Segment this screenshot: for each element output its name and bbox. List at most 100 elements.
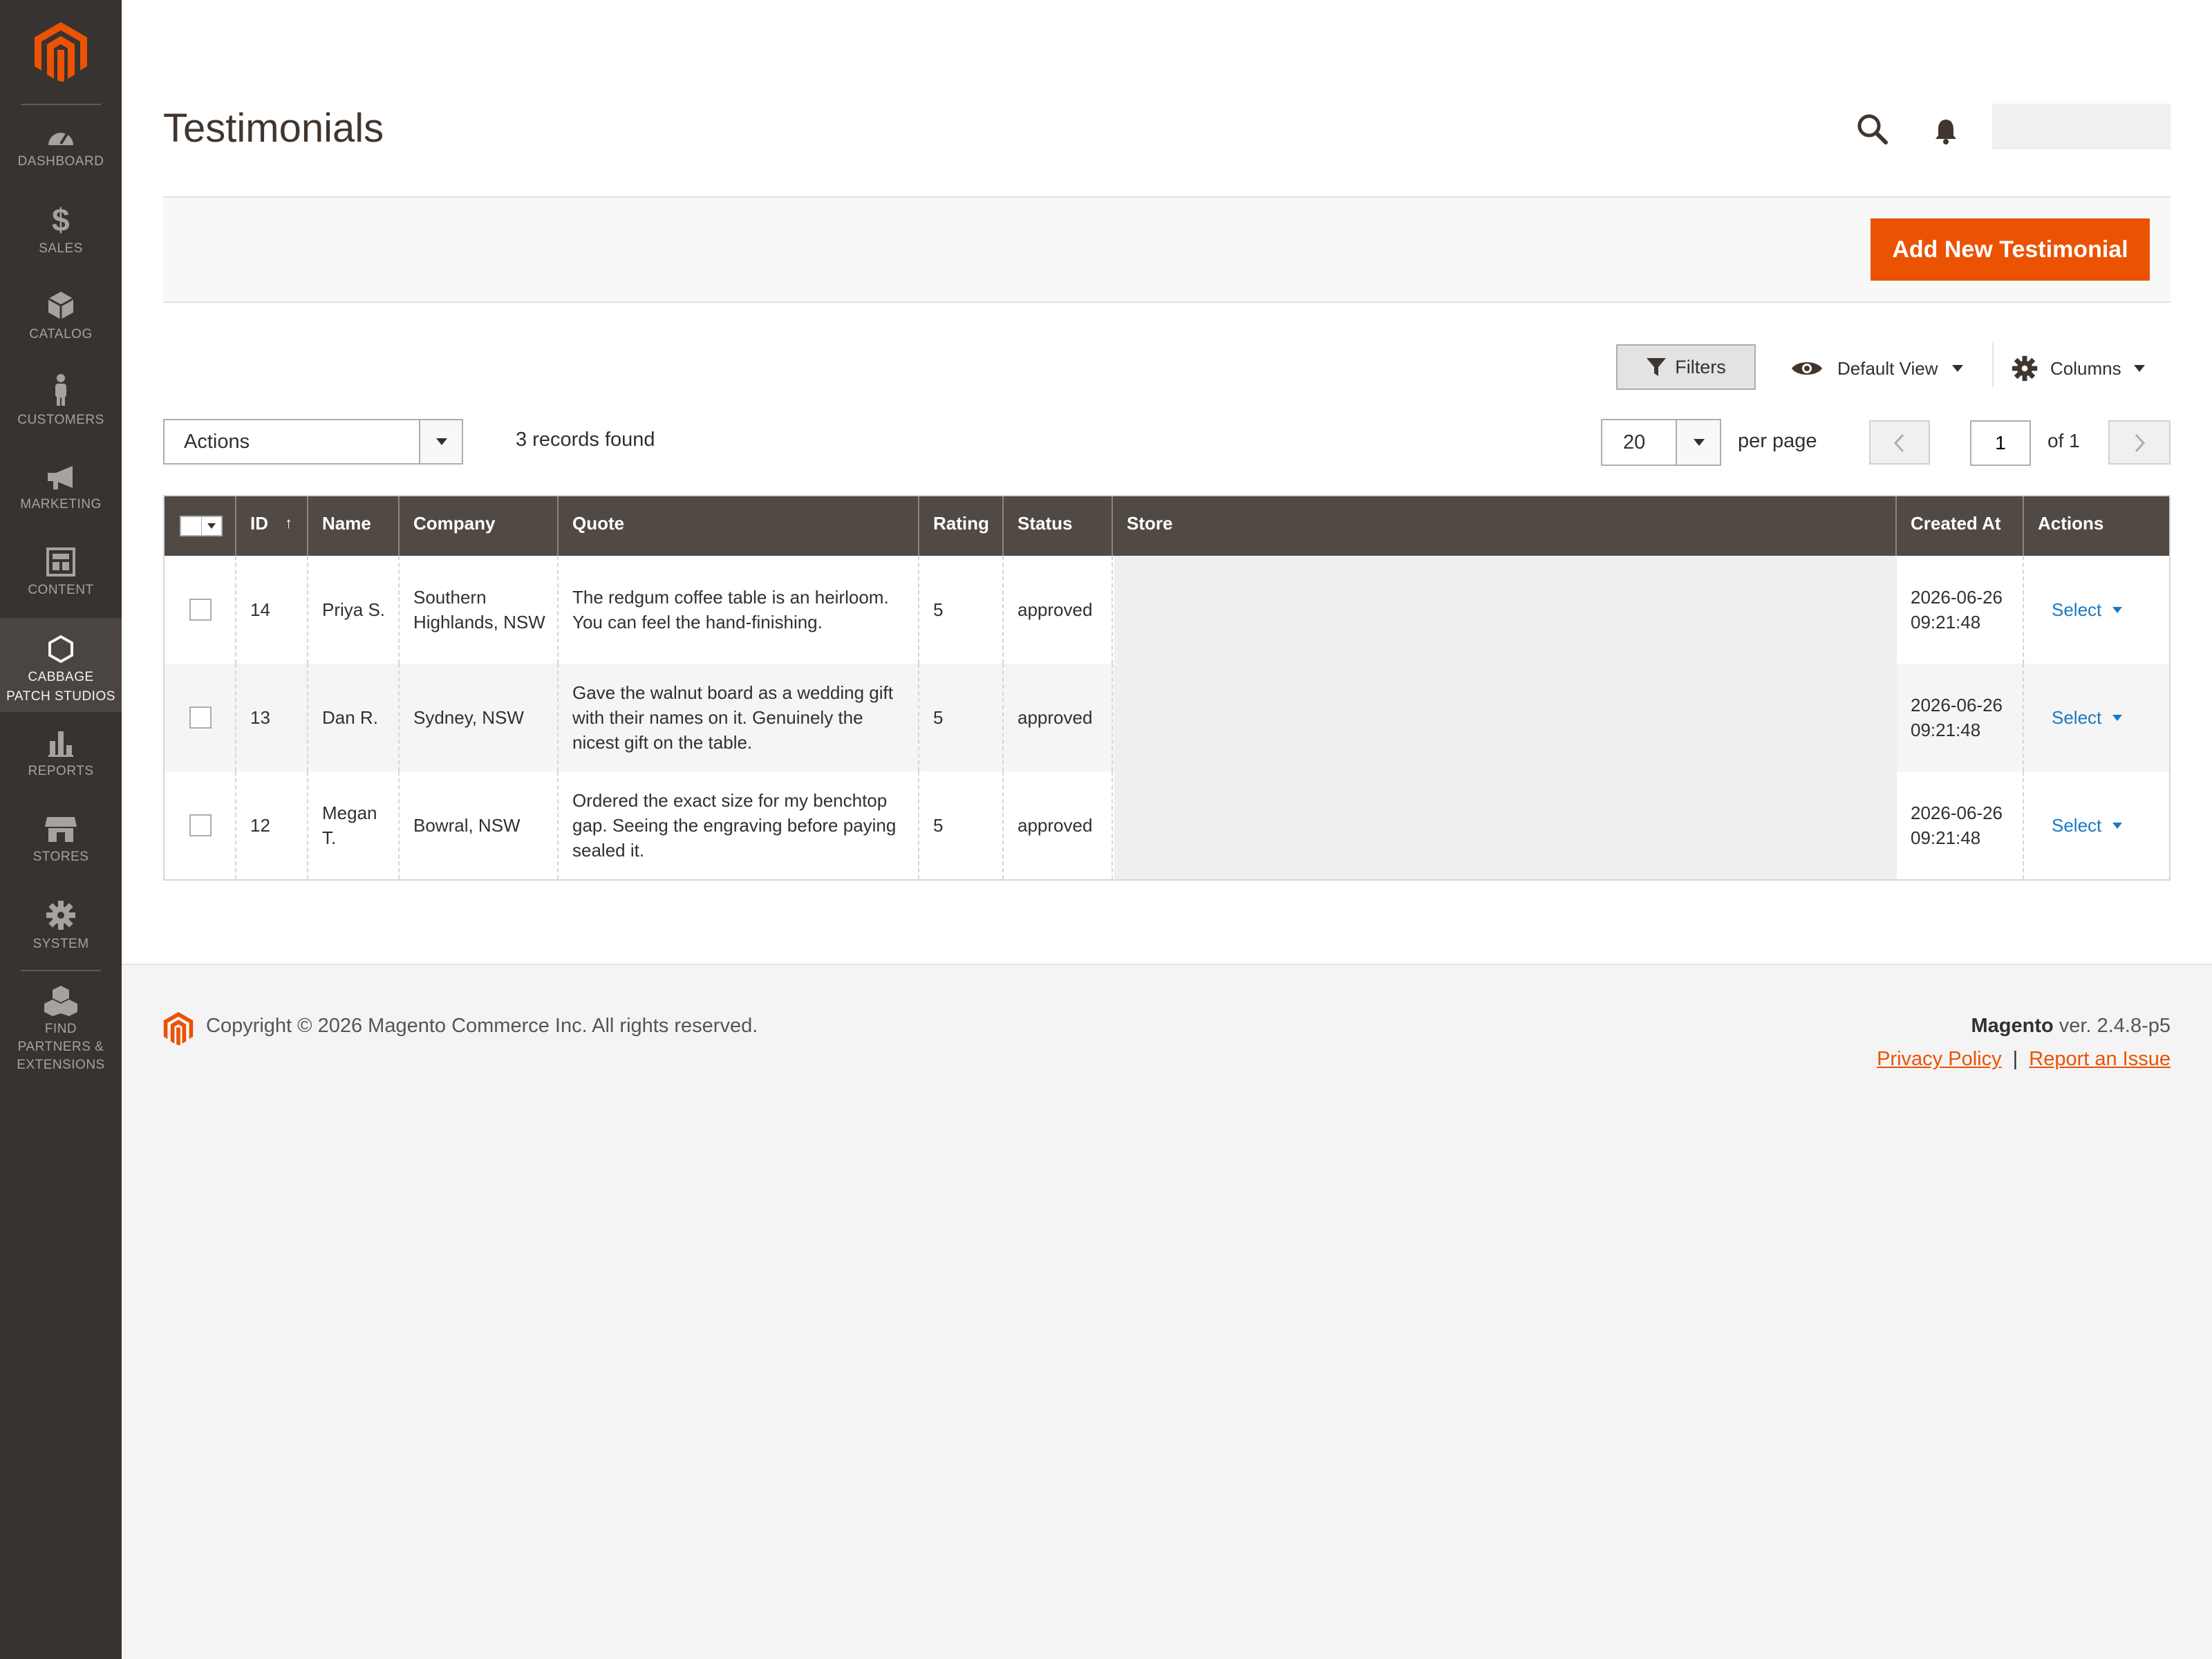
row-checkbox[interactable] [189,706,212,729]
cell-rating: 5 [919,556,1004,664]
page-total: of 1 [2047,430,2080,451]
column-header-rating[interactable]: Rating [919,496,1004,556]
cell-quote: The redgum coffee table is an heirloom. … [559,556,919,664]
row-select-cell [165,771,236,879]
row-checkbox[interactable] [189,599,212,621]
column-header-id[interactable]: ID ↑ [236,496,308,556]
mass-actions-select[interactable]: Actions [163,419,463,465]
sidebar-divider [21,970,101,971]
sidebar-item-label-line3: EXTENSIONS [17,1058,105,1072]
cell-actions: Select [2024,556,2169,664]
cell-created-at: 2026-06-26 09:21:48 [1897,556,2024,664]
chevron-down-icon [1694,439,1705,446]
column-header-created-at[interactable]: Created At [1897,496,2024,556]
store-column-cells [1114,556,1897,879]
page-number-input[interactable] [1970,420,2031,466]
sidebar-item-content[interactable]: CONTENT [0,547,122,599]
column-header-name[interactable]: Name [308,496,400,556]
column-header-store[interactable]: Store [1113,496,1897,556]
sidebar-item-label: CATALOG [29,327,93,341]
storefront-icon [45,817,77,842]
cell-status: approved [1004,664,1113,771]
search-icon[interactable] [1857,113,1888,145]
cell-quote: Ordered the exact size for my benchtop g… [559,771,919,879]
page-title: Testimonials [163,106,384,151]
cell-actions: Select [2024,664,2169,771]
sidebar-item-marketing[interactable]: MARKETING [0,465,122,514]
chevron-down-icon [207,523,216,529]
dollar-icon: $ [52,205,70,235]
cell-name: Dan R. [308,664,400,771]
filters-button[interactable]: Filters [1616,344,1756,390]
columns-label: Columns [2050,357,2121,379]
report-issue-link[interactable]: Report an Issue [2029,1048,2171,1070]
previous-page-button[interactable] [1869,420,1930,465]
per-page-select[interactable]: 20 [1601,419,1721,466]
sidebar-item-catalog[interactable]: CATALOG [0,290,122,344]
column-header-company[interactable]: Company [400,496,559,556]
select-all-checkbox[interactable] [180,516,223,536]
svg-text:$: $ [52,205,70,235]
cell-company: Southern Highlands, NSW [400,556,559,664]
gear-icon [2012,355,2038,382]
layout-icon [46,547,75,577]
sidebar-item-stores[interactable]: STORES [0,816,122,866]
columns-dropdown[interactable]: Columns [2012,349,2145,388]
row-select-action[interactable]: Select [2038,597,2123,622]
sidebar-item-find-partners[interactable]: FIND PARTNERS & EXTENSIONS [0,984,122,1074]
gear-icon [46,901,75,930]
page-actions-bar [163,198,2171,303]
version-number: ver. 2.4.8-p5 [2053,1015,2171,1037]
sidebar-item-dashboard[interactable]: DASHBOARD [0,123,122,171]
bell-icon[interactable] [1932,118,1960,145]
sidebar-item-customers[interactable]: CUSTOMERS [0,373,122,429]
grid-header: ID ↑ Name Company Quote Rating Status St… [165,496,2169,556]
cell-created-at: 2026-06-26 09:21:48 [1897,771,2024,879]
sidebar-item-label-line1: CABBAGE [28,670,94,684]
cell-name: Megan T. [308,771,400,879]
sidebar-item-sales[interactable]: $ SALES [0,205,122,258]
cell-company: Bowral, NSW [400,771,559,879]
footer-links: Privacy Policy | Report an Issue [1877,1048,2171,1071]
sidebar-item-label-line2: PATCH STUDIOS [6,689,115,704]
per-page-toggle[interactable] [1676,420,1720,465]
mass-actions-label: Actions [184,431,250,453]
next-page-button[interactable] [2108,420,2171,465]
cell-id: 12 [236,771,308,879]
records-count: 3 records found [516,429,655,451]
sidebar-item-label: REPORTS [28,764,94,778]
sidebar-item-cabbage-patch-studios[interactable]: CABBAGE PATCH STUDIOS [0,618,122,712]
sidebar-item-system[interactable]: SYSTEM [0,900,122,953]
mass-actions-toggle[interactable] [419,420,462,463]
sidebar-item-reports[interactable]: REPORTS [0,729,122,780]
chevron-down-icon [2112,822,2123,829]
chevron-down-icon [1951,365,1963,372]
sort-arrow-icon: ↑ [285,514,292,532]
add-new-testimonial-button[interactable]: Add New Testimonial [1871,218,2150,281]
person-icon [55,374,66,406]
row-select-cell [165,664,236,771]
default-view-dropdown[interactable]: Default View [1790,349,1963,388]
sidebar-item-label-line2: PARTNERS & [17,1040,104,1054]
row-checkbox[interactable] [189,814,212,836]
version-info: Magento ver. 2.4.8-p5 [1971,1015,2171,1038]
chevron-right-icon [2135,433,2146,453]
chevron-down-icon [2112,606,2123,613]
magento-logo-icon[interactable] [35,22,87,82]
sidebar-item-label: CUSTOMERS [17,413,104,427]
select-all-header[interactable] [165,496,236,556]
row-select-action[interactable]: Select [2038,705,2123,730]
user-account-menu[interactable] [1992,104,2171,149]
footer-link-separator: | [2012,1048,2018,1070]
column-header-status[interactable]: Status [1004,496,1113,556]
row-select-action[interactable]: Select [2038,813,2123,838]
chevron-left-icon [1893,433,1904,453]
sidebar-item-label: MARKETING [20,497,102,512]
sidebar-item-label: DASHBOARD [17,154,104,169]
toolbar-divider [1992,343,1994,387]
column-header-quote[interactable]: Quote [559,496,919,556]
sidebar-item-label: CONTENT [28,583,94,597]
brand-name: Magento [1971,1015,2054,1037]
sidebar-item-label: SYSTEM [32,937,89,951]
privacy-policy-link[interactable]: Privacy Policy [1877,1048,2002,1070]
